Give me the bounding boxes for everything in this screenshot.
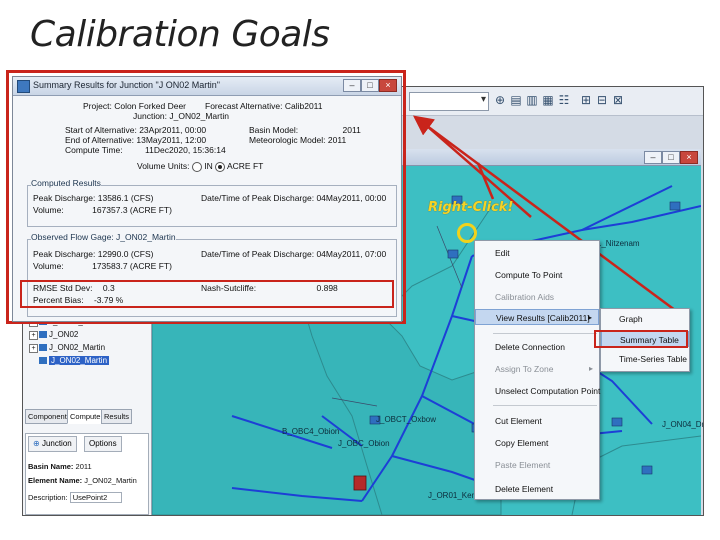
submenu-item-time-series-table[interactable]: Time-Series Table — [601, 351, 689, 367]
submenu-item-graph[interactable]: Graph — [601, 311, 689, 327]
units-in-radio[interactable] — [191, 161, 202, 172]
summary-window-titlebar[interactable]: Summary Results for Junction "J ON02 Mar… — [13, 77, 401, 96]
summary-window-title: Summary Results for Junction "J ON02 Mar… — [33, 80, 220, 90]
units-acre-radio[interactable] — [215, 161, 226, 172]
chevron-right-icon: ▸ — [587, 313, 592, 322]
menu-item-view-results[interactable]: View Results [Calib2011] ▸ — [475, 309, 599, 325]
obs-peak-row: Peak Discharge: 12990.0 (CFS) — [33, 249, 154, 259]
menu-item-cut[interactable]: Cut Element — [475, 413, 599, 429]
menu-item-copy[interactable]: Copy Element — [475, 435, 599, 451]
hec-hms-icon — [17, 80, 30, 93]
compute-time-row: Compute Time: 11Dec2020, 15:36:14 — [65, 145, 226, 155]
obs-volume-row: Volume: 173583.7 (ACRE FT) — [33, 261, 172, 271]
menu-item-assign-zone[interactable]: Assign To Zone ▸ — [475, 361, 599, 377]
end-row: End of Alternative: 13May2011, 12:00 — [65, 135, 207, 145]
menu-separator — [493, 333, 597, 334]
volume-units-row: Volume Units: IN ACRE FT — [137, 161, 264, 172]
chevron-right-icon: ▸ — [588, 364, 593, 373]
menu-item-delete-connection[interactable]: Delete Connection — [475, 339, 599, 355]
menu-separator — [493, 405, 597, 406]
context-menu: Edit Compute To Point Calibration Aids V… — [474, 240, 600, 500]
peak-discharge-row: Peak Discharge: 13586.1 (CFS) — [33, 193, 154, 203]
obs-peak-time-row: Date/Time of Peak Discharge: 04May2011, … — [201, 249, 387, 259]
menu-item-unselect-computation-point[interactable]: Unselect Computation Point — [475, 383, 600, 399]
maximize-button[interactable]: □ — [361, 79, 379, 92]
observed-flow-title: Observed Flow Gage: J_ON02_Martin — [31, 232, 176, 242]
forecast-row: Forecast Alternative: Calib2011 — [205, 101, 323, 111]
goodness-of-fit-highlight — [20, 280, 394, 308]
basin-model-row: Basin Model: 2011 — [249, 125, 361, 135]
minimize-button[interactable]: – — [343, 79, 361, 92]
peak-time-row: Date/Time of Peak Discharge: 04May2011, … — [201, 193, 387, 203]
menu-item-edit[interactable]: Edit — [475, 245, 599, 261]
menu-item-calibration-aids[interactable]: Calibration Aids — [475, 289, 599, 305]
met-model-row: Meteorologic Model: 2011 — [249, 135, 347, 145]
project-row: Project: Colon Forked Deer — [83, 101, 187, 111]
start-row: Start of Alternative: 23Apr2011, 00:00 — [65, 125, 207, 135]
junction-row: Junction: J_ON02_Martin — [133, 111, 229, 121]
slide-title: Calibration Goals — [30, 14, 330, 55]
menu-item-paste[interactable]: Paste Element — [475, 457, 599, 473]
computed-results-title: Computed Results — [31, 178, 101, 188]
right-click-callout: Right-Click! — [428, 200, 514, 215]
volume-row: Volume: 167357.3 (ACRE FT) — [33, 205, 172, 215]
summary-table-highlight — [594, 330, 688, 348]
menu-item-compute-to-point[interactable]: Compute To Point — [475, 267, 599, 283]
menu-item-delete-element[interactable]: Delete Element — [475, 481, 599, 497]
close-button[interactable]: × — [379, 79, 397, 92]
